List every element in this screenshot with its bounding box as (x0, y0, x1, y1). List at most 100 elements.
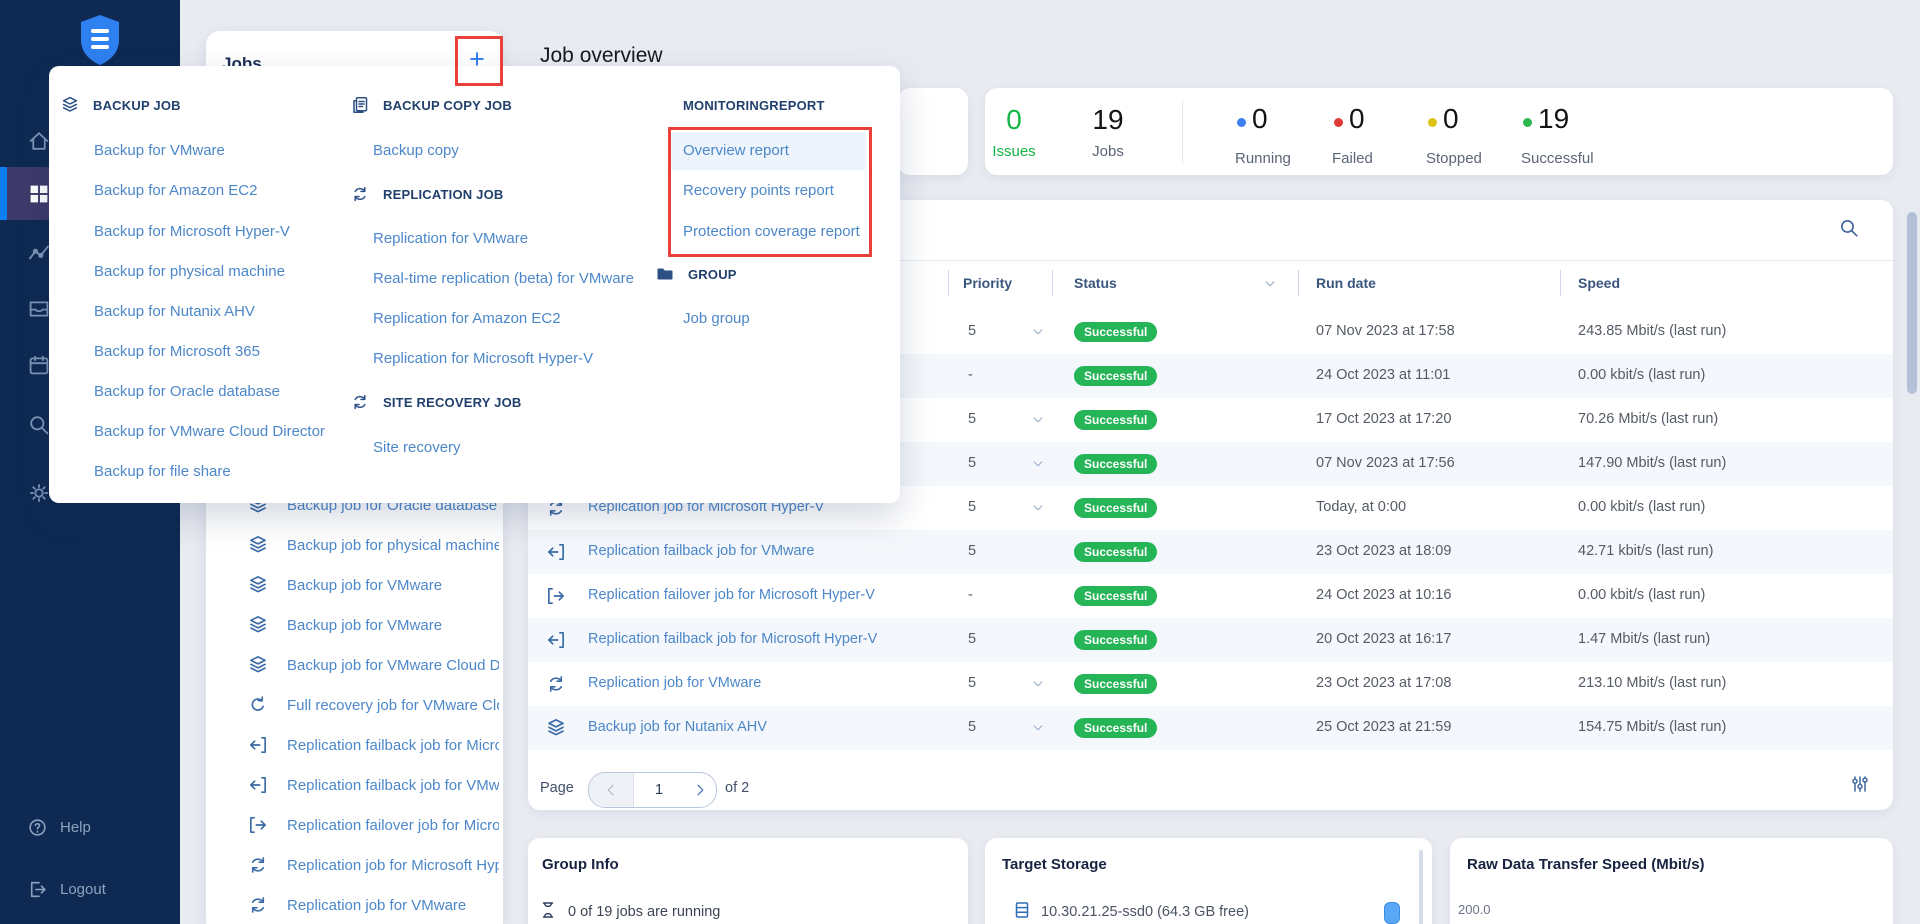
job-name-link[interactable]: Replication failback job for VMware (588, 543, 948, 559)
menu-item-backup-for-microsoft-365[interactable]: Backup for Microsoft 365 (94, 339, 260, 363)
activity-icon (27, 241, 51, 265)
page-scrollbar-thumb[interactable] (1907, 212, 1917, 394)
menu-section-label: GROUP (688, 266, 737, 282)
menu-item-protection-coverage-report[interactable]: Protection coverage report (683, 219, 860, 243)
priority-value: 5 (968, 675, 977, 691)
speed-value: 154.75 Mbit/s (last run) (1578, 719, 1727, 735)
previous-page-button[interactable] (589, 773, 634, 807)
group-info-status: 0 of 19 jobs are running (568, 904, 721, 920)
status-filter-chevron-down-icon[interactable] (1263, 277, 1277, 296)
job-list-item[interactable]: Backup job for physical machine (206, 525, 503, 565)
priority-value: 5 (968, 455, 977, 471)
target-storage-card: Target Storage 10.30.21.25-ssd0 (64.3 GB… (985, 838, 1432, 924)
backup-copy-icon (350, 95, 370, 115)
priority-chevron-down-icon[interactable] (1031, 413, 1045, 432)
job-list-item[interactable]: Replication job for Microsoft Hyper- (206, 845, 503, 885)
page-total-label: of 2 (725, 780, 750, 796)
column-divider (1560, 270, 1561, 296)
job-list-item[interactable]: Replication failback job for Microsof (206, 725, 503, 765)
help-label: Help (60, 818, 91, 836)
job-list-item[interactable]: Replication failback job for VMware (206, 765, 503, 805)
menu-item-backup-for-microsoft-hyper-v[interactable]: Backup for Microsoft Hyper-V (94, 219, 290, 243)
menu-section-group: GROUP (655, 262, 737, 286)
table-row[interactable]: Replication job for VMware 5 Successful 23 … (528, 662, 1893, 706)
priority-value: - (968, 367, 973, 383)
inbox-icon (27, 297, 51, 321)
menu-item-backup-for-nutanix-ahv[interactable]: Backup for Nutanix AHV (94, 299, 255, 323)
menu-item-backup-for-amazon-ec2[interactable]: Backup for Amazon EC2 (94, 178, 257, 202)
status-badge: Successful (1074, 498, 1158, 518)
column-header-priority[interactable]: Priority (963, 275, 1012, 291)
table-row[interactable]: Replication failback job for Microsoft H… (528, 618, 1893, 662)
job-list-item[interactable]: Backup job for VMware (206, 565, 503, 605)
search-icon (27, 413, 51, 437)
status-badge: Successful (1074, 410, 1158, 430)
menu-item-backup-for-vmware[interactable]: Backup for VMware (94, 138, 225, 162)
priority-value: 5 (968, 631, 977, 647)
help-icon (27, 817, 48, 838)
stat-value: 0 (1443, 103, 1459, 134)
menu-item-backup-for-file-share[interactable]: Backup for file share (94, 459, 231, 483)
filter-settings-icon[interactable] (1850, 774, 1870, 799)
menu-item-backup-copy[interactable]: Backup copy (373, 138, 459, 162)
menu-item-site-recovery[interactable]: Site recovery (373, 435, 461, 459)
run-date-value: 23 Oct 2023 at 18:09 (1316, 543, 1452, 559)
search-icon[interactable] (1838, 217, 1860, 244)
replication-job-icon (350, 184, 370, 204)
priority-chevron-down-icon[interactable] (1031, 457, 1045, 476)
job-name-link[interactable]: Replication job for VMware (588, 675, 948, 691)
job-list-item[interactable]: Replication failover job for Microsof (206, 805, 503, 845)
stat-stopped: 0 Stopped (1426, 88, 1518, 175)
status-badge: Successful (1074, 454, 1158, 474)
table-row[interactable]: Replication failover job for Microsoft H… (528, 574, 1893, 618)
column-header-speed[interactable]: Speed (1578, 275, 1620, 291)
backup-job-icon (247, 614, 269, 636)
storage-card-scrollbar[interactable] (1419, 850, 1423, 924)
column-header-run-date[interactable]: Run date (1316, 275, 1376, 291)
replication-job-icon (247, 854, 269, 876)
table-row[interactable]: Backup job for Nutanix AHV 5 Successful 25 … (528, 706, 1893, 750)
replication-job-icon (247, 894, 269, 916)
job-list-item[interactable]: Replication job for VMware (206, 885, 503, 924)
priority-chevron-down-icon[interactable] (1031, 501, 1045, 520)
column-divider (1052, 270, 1053, 296)
help-button[interactable]: Help (0, 810, 180, 844)
home-icon (27, 129, 51, 153)
job-name-link[interactable]: Replication failback job for Microsoft H… (588, 631, 948, 647)
app-logo-icon[interactable] (78, 14, 122, 71)
menu-item-recovery-points-report[interactable]: Recovery points report (683, 178, 834, 202)
table-row[interactable]: Replication failback job for VMware 5 Succ… (528, 530, 1893, 574)
stat-value: 0 (1006, 104, 1022, 135)
job-name-link[interactable]: Replication failover job for Microsoft H… (588, 587, 948, 603)
job-list-item[interactable]: Full recovery job for VMware Cloud (206, 685, 503, 725)
priority-chevron-down-icon[interactable] (1031, 677, 1045, 696)
run-date-value: 25 Oct 2023 at 21:59 (1316, 719, 1452, 735)
page-scrollbar (1904, 0, 1920, 924)
next-page-button[interactable] (684, 773, 716, 807)
job-list-item-label: Replication job for Microsoft Hyper- (287, 856, 499, 874)
menu-item-real-time-replication-beta-for-vmware[interactable]: Real-time replication (beta) for VMware (373, 266, 634, 290)
menu-item-backup-for-physical-machine[interactable]: Backup for physical machine (94, 259, 285, 283)
menu-item-replication-for-vmware[interactable]: Replication for VMware (373, 226, 528, 250)
job-list-item[interactable]: Backup job for VMware (206, 605, 503, 645)
menu-item-overview-report[interactable]: Overview report (683, 138, 789, 162)
run-date-value: 24 Oct 2023 at 11:01 (1316, 367, 1451, 383)
menu-item-backup-for-oracle-database[interactable]: Backup for Oracle database (94, 379, 280, 403)
menu-item-job-group[interactable]: Job group (683, 306, 750, 330)
menu-item-replication-for-microsoft-hyper-v[interactable]: Replication for Microsoft Hyper-V (373, 346, 593, 370)
current-page-input[interactable]: 1 (634, 773, 684, 807)
logout-button[interactable]: Logout (0, 872, 180, 906)
priority-chevron-down-icon[interactable] (1031, 721, 1045, 740)
status-dot (1428, 118, 1437, 127)
job-name-link[interactable]: Backup job for Nutanix AHV (588, 719, 948, 735)
column-header-status[interactable]: Status (1074, 275, 1117, 291)
replication-failover-icon (247, 814, 269, 836)
priority-chevron-down-icon[interactable] (1031, 325, 1045, 344)
storage-item-label[interactable]: 10.30.21.25-ssd0 (64.3 GB free) (1041, 904, 1249, 920)
job-list-item[interactable]: Backup job for VMware Cloud Direc (206, 645, 503, 685)
stat-issues: 0 Issues (979, 88, 1049, 175)
menu-item-backup-for-vmware-cloud-director[interactable]: Backup for VMware Cloud Director (94, 419, 325, 443)
job-list-item-label: Replication failback job for Microsof (287, 736, 499, 754)
priority-value: - (968, 587, 973, 603)
menu-item-replication-for-amazon-ec2[interactable]: Replication for Amazon EC2 (373, 306, 561, 330)
